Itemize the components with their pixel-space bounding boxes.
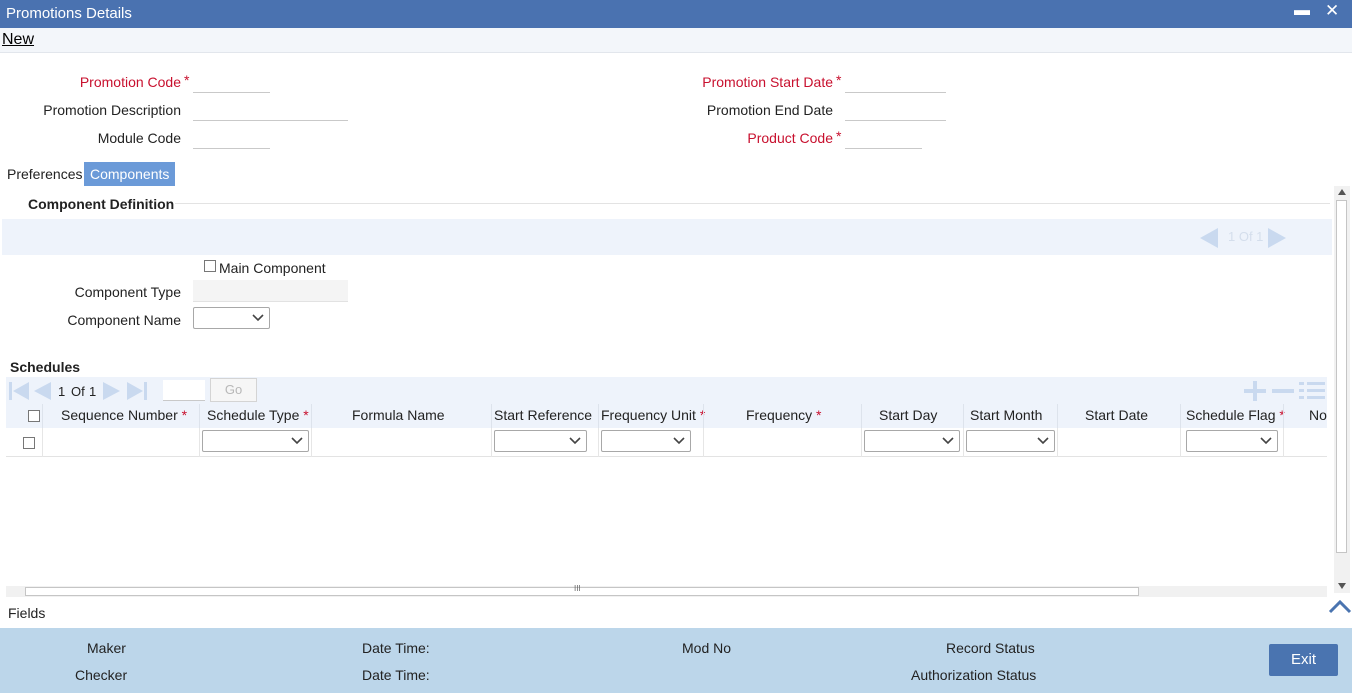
column-header[interactable]: Start Date xyxy=(1085,407,1148,423)
promotion-code-label: Promotion Code xyxy=(79,74,181,90)
schedules-grid-header: Sequence Number * Schedule Type * Formul… xyxy=(6,404,1327,428)
go-button[interactable]: Go xyxy=(210,378,257,402)
column-header[interactable]: Start Month xyxy=(970,407,1042,423)
tab-preferences[interactable]: Preferences xyxy=(1,162,88,186)
sequence-number-cell[interactable] xyxy=(44,431,198,453)
scroll-up-arrow-icon[interactable] xyxy=(1337,188,1347,196)
section-divider xyxy=(175,203,1330,204)
start-day-select[interactable] xyxy=(864,430,960,452)
first-page-icon[interactable] xyxy=(8,381,30,401)
component-type-field[interactable] xyxy=(193,280,348,302)
goto-page-input[interactable] xyxy=(163,380,205,401)
collapse-up-icon[interactable] xyxy=(1328,598,1352,614)
module-code-label: Module Code xyxy=(97,130,181,146)
promotion-start-date-field[interactable] xyxy=(845,71,946,93)
start-date-cell[interactable] xyxy=(1059,431,1178,453)
chevron-down-icon xyxy=(673,437,685,445)
promotion-start-date-label: Promotion Start Date xyxy=(702,74,833,90)
scroll-down-arrow-icon[interactable] xyxy=(1337,582,1347,590)
product-code-required: * xyxy=(836,128,842,144)
chevron-down-icon xyxy=(1260,437,1272,445)
chevron-down-icon xyxy=(291,437,303,445)
vertical-scroll-thumb[interactable] xyxy=(1336,200,1347,553)
promotion-start-date-required: * xyxy=(836,72,842,88)
frequency-cell[interactable] xyxy=(705,431,859,453)
tab-components[interactable]: Components xyxy=(84,162,176,186)
component-pager-band: 1 Of 1 xyxy=(2,219,1332,255)
chevron-down-icon xyxy=(942,437,954,445)
component-name-label: Component Name xyxy=(67,312,181,328)
single-view-icon[interactable] xyxy=(1298,380,1326,402)
authorization-status-label: Authorization Status xyxy=(911,667,1037,683)
schedule-type-select[interactable] xyxy=(202,430,309,452)
vertical-scrollbar[interactable] xyxy=(1334,186,1350,593)
checker-date-time-label: Date Time: xyxy=(362,667,430,683)
audit-footer xyxy=(0,628,1352,693)
mod-no-label: Mod No xyxy=(682,640,732,656)
scroll-grip: III xyxy=(574,584,581,593)
column-header[interactable]: Frequency * xyxy=(746,407,822,423)
module-code-field[interactable] xyxy=(193,127,270,149)
next-record-icon[interactable] xyxy=(1266,227,1288,249)
new-link[interactable]: New xyxy=(2,31,34,49)
window-title-bar: Promotions Details ▬ ✕ xyxy=(0,0,1352,28)
promotion-code-field[interactable] xyxy=(193,71,270,93)
column-header[interactable]: No xyxy=(1309,407,1327,423)
window-title: Promotions Details xyxy=(6,5,132,22)
next-page-icon[interactable] xyxy=(102,381,122,401)
column-header[interactable]: Schedule Flag * xyxy=(1186,407,1285,423)
frequency-unit-select[interactable] xyxy=(601,430,691,452)
menu-bar: New xyxy=(0,28,1352,53)
record-status-label: Record Status xyxy=(946,640,1035,656)
page-number: 1 xyxy=(58,384,66,399)
component-name-select[interactable] xyxy=(193,307,270,329)
component-definition-title: Component Definition xyxy=(28,196,175,212)
maker-date-time-label: Date Time: xyxy=(362,640,430,656)
prev-page-icon[interactable] xyxy=(32,381,52,401)
delete-row-icon[interactable] xyxy=(1270,380,1296,402)
promotion-description-field[interactable] xyxy=(193,99,348,121)
promotion-description-label: Promotion Description xyxy=(43,102,181,118)
exit-button[interactable]: Exit xyxy=(1269,644,1338,676)
close-icon[interactable]: ✕ xyxy=(1325,1,1339,21)
column-header[interactable]: Schedule Type * xyxy=(207,407,309,423)
column-header[interactable]: Frequency Unit * xyxy=(601,407,705,423)
component-type-label: Component Type xyxy=(74,284,181,300)
last-page-icon[interactable] xyxy=(126,381,148,401)
product-code-field[interactable] xyxy=(845,127,922,149)
chevron-down-icon xyxy=(252,314,264,322)
column-header[interactable]: Start Day xyxy=(879,407,937,423)
horizontal-scrollbar[interactable]: III xyxy=(6,584,1327,597)
horizontal-scroll-thumb[interactable]: III xyxy=(25,584,1139,596)
column-header[interactable]: Sequence Number * xyxy=(61,407,187,423)
checker-label: Checker xyxy=(75,667,128,683)
add-row-icon[interactable] xyxy=(1242,380,1268,402)
start-reference-select[interactable] xyxy=(494,430,587,452)
start-month-select[interactable] xyxy=(966,430,1055,452)
product-code-label: Product Code xyxy=(747,130,833,146)
promotion-end-date-field[interactable] xyxy=(845,99,946,121)
component-pager-text: 1 Of 1 xyxy=(1228,229,1264,244)
maker-label: Maker xyxy=(87,640,126,656)
chevron-down-icon xyxy=(569,437,581,445)
page-total: 1 xyxy=(89,384,97,399)
chevron-down-icon xyxy=(1037,437,1049,445)
select-all-checkbox[interactable] xyxy=(28,410,40,422)
column-header[interactable]: Formula Name xyxy=(352,407,445,423)
promotion-code-required: * xyxy=(184,72,190,88)
schedules-title: Schedules xyxy=(10,359,81,375)
fields-link[interactable]: Fields xyxy=(8,605,45,621)
formula-name-cell[interactable] xyxy=(313,431,489,453)
table-row xyxy=(6,428,1327,457)
page-of-label: Of xyxy=(71,384,85,399)
schedule-flag-select[interactable] xyxy=(1186,430,1278,452)
main-component-label: Main Component xyxy=(219,260,326,276)
prev-record-icon[interactable] xyxy=(1198,227,1220,249)
main-component-checkbox[interactable] xyxy=(204,260,216,272)
column-header[interactable]: Start Reference xyxy=(494,407,592,423)
minimize-icon[interactable]: ▬ xyxy=(1294,2,1310,20)
promotion-end-date-label: Promotion End Date xyxy=(706,102,833,118)
row-checkbox[interactable] xyxy=(23,437,35,449)
